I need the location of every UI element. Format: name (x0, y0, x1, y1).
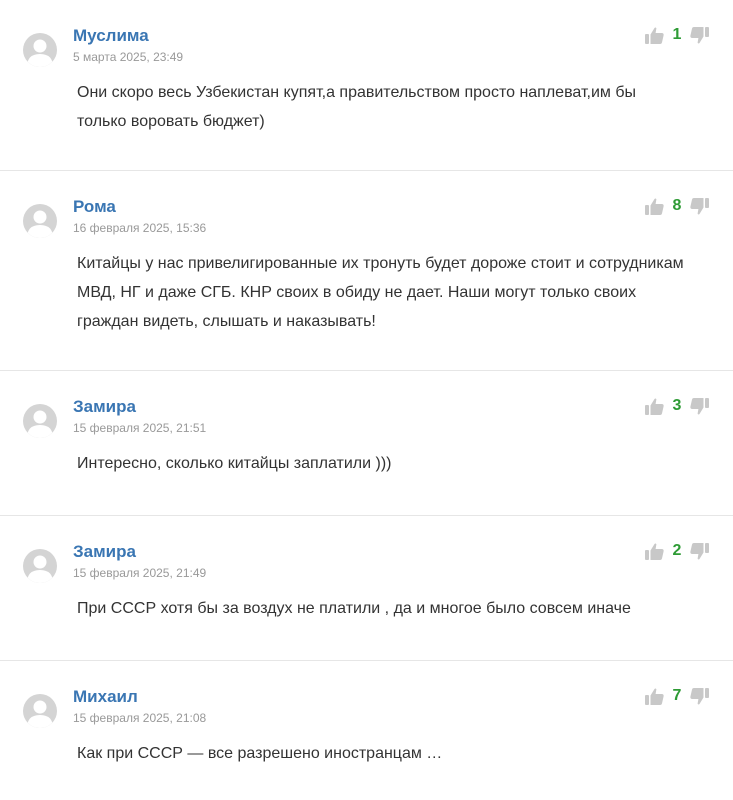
thumbs-up-icon[interactable] (645, 398, 664, 415)
comment-item: Михаил 15 февраля 2025, 21:08 7 Как при … (0, 661, 733, 800)
avatar (23, 204, 57, 238)
vote-score: 8 (672, 197, 682, 214)
comment-date: 15 февраля 2025, 21:08 (73, 711, 207, 725)
comment-text: Китайцы у нас привелигированные их трону… (77, 255, 684, 330)
thumbs-down-icon[interactable] (690, 397, 709, 415)
vote-score: 2 (672, 542, 682, 559)
thumbs-up-icon[interactable] (645, 198, 664, 215)
avatar (23, 404, 57, 438)
comment-item: Рома 16 февраля 2025, 15:36 8 Китайцы у … (0, 171, 733, 371)
thumbs-down-icon[interactable] (690, 26, 709, 44)
comment-item: Муслима 5 марта 2025, 23:49 1 Они скоро … (0, 0, 733, 171)
vote-score: 1 (672, 26, 682, 43)
comment-item: Замира 15 февраля 2025, 21:49 2 При СССР… (0, 516, 733, 661)
avatar (23, 549, 57, 583)
comment-author[interactable]: Рома (73, 197, 116, 217)
comment-author[interactable]: Михаил (73, 687, 138, 707)
vote-controls: 2 (645, 542, 709, 560)
comment-author[interactable]: Муслима (73, 26, 149, 46)
thumbs-up-icon[interactable] (645, 27, 664, 44)
comment-author[interactable]: Замира (73, 542, 136, 562)
comment-date: 16 февраля 2025, 15:36 (73, 221, 207, 235)
comment-text: При СССР хотя бы за воздух не платили , … (77, 600, 631, 617)
comment-date: 5 марта 2025, 23:49 (73, 50, 184, 64)
vote-controls: 8 (645, 197, 709, 215)
comment-author[interactable]: Замира (73, 397, 136, 417)
comment-text: Они скоро весь Узбекистан купят,а правит… (77, 84, 636, 130)
comment-list: Муслима 5 марта 2025, 23:49 1 Они скоро … (0, 0, 733, 800)
comment-item: Замира 15 февраля 2025, 21:51 3 Интересн… (0, 371, 733, 516)
comment-text: Как при СССР — все разрешено иностранцам… (77, 745, 443, 762)
vote-controls: 1 (645, 26, 709, 44)
vote-score: 7 (672, 687, 682, 704)
thumbs-down-icon[interactable] (690, 197, 709, 215)
thumbs-up-icon[interactable] (645, 543, 664, 560)
thumbs-up-icon[interactable] (645, 688, 664, 705)
thumbs-down-icon[interactable] (690, 687, 709, 705)
comment-date: 15 февраля 2025, 21:49 (73, 566, 207, 580)
comment-text: Интересно, сколько китайцы заплатили ))) (77, 455, 392, 472)
comment-date: 15 февраля 2025, 21:51 (73, 421, 207, 435)
vote-controls: 7 (645, 687, 709, 705)
thumbs-down-icon[interactable] (690, 542, 709, 560)
vote-score: 3 (672, 397, 682, 414)
avatar (23, 33, 57, 67)
avatar (23, 694, 57, 728)
vote-controls: 3 (645, 397, 709, 415)
